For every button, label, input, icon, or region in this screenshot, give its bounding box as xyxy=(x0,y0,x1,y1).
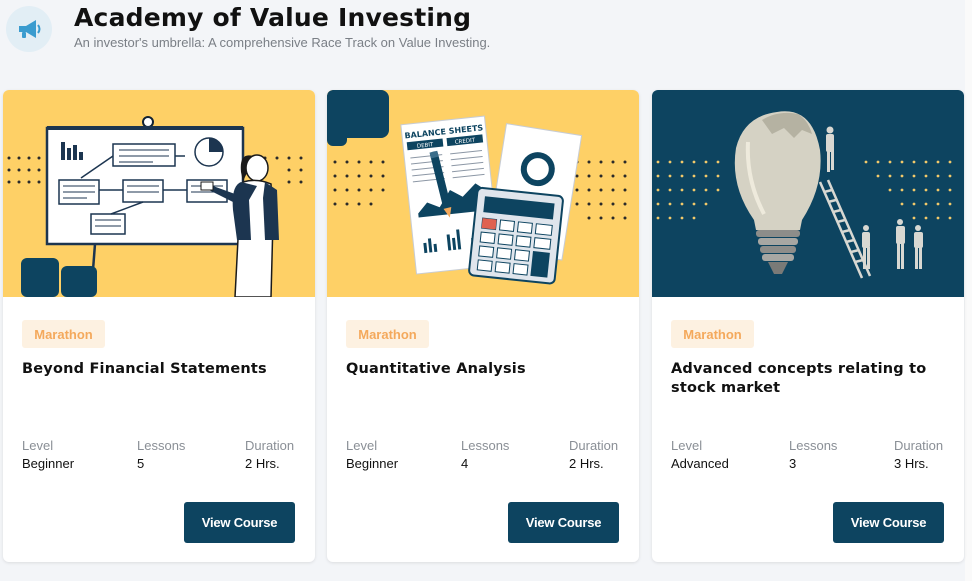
course-duration: Duration 2 Hrs. xyxy=(569,438,618,471)
vertical-scrollbar[interactable] xyxy=(965,0,972,581)
level-label: Level xyxy=(22,438,54,453)
lessons-label: Lessons xyxy=(461,438,510,453)
course-duration: Duration 3 Hrs. xyxy=(894,438,943,471)
duration-label: Duration xyxy=(569,438,619,453)
duration-value: 2 Hrs. xyxy=(569,456,604,471)
course-image-presentation xyxy=(3,90,315,297)
course-duration: Duration 2 Hrs. xyxy=(245,438,294,471)
page-header: Academy of Value Investing An investor's… xyxy=(0,0,972,60)
course-badge: Marathon xyxy=(671,320,754,348)
course-badge: Marathon xyxy=(22,320,105,348)
lessons-value: 3 xyxy=(789,456,797,471)
lessons-label: Lessons xyxy=(137,438,186,453)
level-label: Level xyxy=(346,438,378,453)
course-image-lightbulb xyxy=(652,90,964,297)
course-card: Marathon Advanced concepts relating to s… xyxy=(652,90,964,562)
course-level: Level Beginner xyxy=(22,438,74,471)
course-lessons: Lessons 3 xyxy=(789,438,837,471)
view-course-button[interactable]: View Course xyxy=(184,502,295,543)
duration-label: Duration xyxy=(245,438,295,453)
course-title: Quantitative Analysis xyxy=(346,361,526,377)
lessons-value: 5 xyxy=(137,456,145,471)
course-level: Level Beginner xyxy=(346,438,398,471)
course-title: Beyond Financial Statements xyxy=(22,361,267,377)
course-level: Level Advanced xyxy=(671,438,729,471)
view-course-button[interactable]: View Course xyxy=(833,502,944,543)
lessons-label: Lessons xyxy=(789,438,838,453)
course-lessons: Lessons 4 xyxy=(461,438,509,471)
lessons-value: 4 xyxy=(461,456,469,471)
course-badge: Marathon xyxy=(346,320,429,348)
page-title: Academy of Value Investing xyxy=(74,3,472,32)
level-value: Beginner xyxy=(22,456,75,471)
duration-value: 3 Hrs. xyxy=(894,456,929,471)
level-label: Level xyxy=(671,438,703,453)
view-course-button[interactable]: View Course xyxy=(508,502,619,543)
duration-value: 2 Hrs. xyxy=(245,456,280,471)
course-image-balance-sheets: BALANCE SHEETS DEBIT CREDIT xyxy=(327,90,639,297)
course-lessons: Lessons 5 xyxy=(137,438,185,471)
course-title: Advanced concepts relating to stock mark… xyxy=(671,361,927,396)
course-card: Marathon Beyond Financial Statements Lev… xyxy=(3,90,315,562)
megaphone-icon xyxy=(6,6,52,52)
level-value: Advanced xyxy=(671,456,729,471)
duration-label: Duration xyxy=(894,438,944,453)
page-subtitle: An investor's umbrella: A comprehensive … xyxy=(74,35,491,50)
level-value: Beginner xyxy=(346,456,399,471)
course-card: BALANCE SHEETS DEBIT CREDIT Marathon Qua… xyxy=(327,90,639,562)
